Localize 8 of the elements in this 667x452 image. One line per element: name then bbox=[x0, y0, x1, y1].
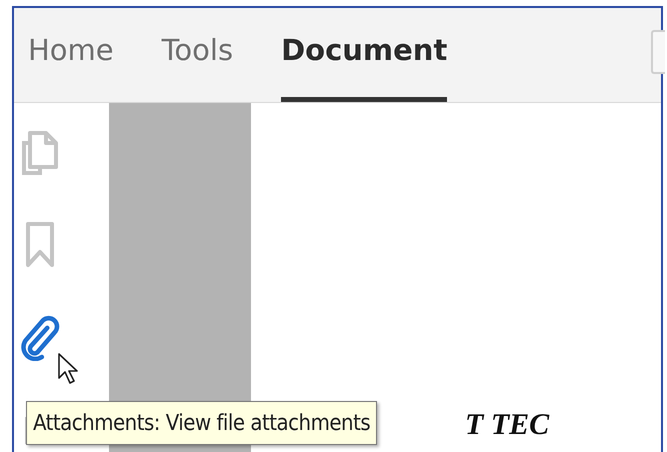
tab[interactable]: Home bbox=[28, 33, 114, 102]
paperclip-icon bbox=[20, 313, 60, 361]
document-heading: T TEC bbox=[465, 408, 550, 442]
tooltip: Attachments: View file attachments bbox=[26, 401, 378, 445]
toolbar-button[interactable] bbox=[651, 30, 665, 74]
pages-icon bbox=[20, 129, 60, 177]
bookmark-icon bbox=[24, 221, 56, 269]
tab[interactable]: Tools bbox=[162, 33, 234, 102]
